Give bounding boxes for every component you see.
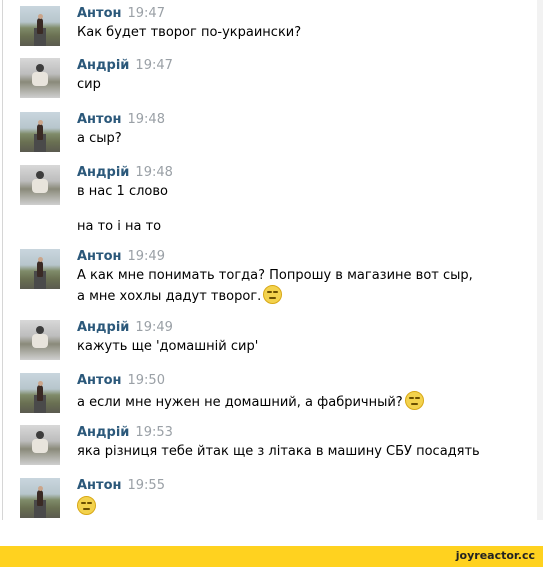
author-name[interactable]: Антон [77, 249, 122, 264]
avatar[interactable] [20, 320, 60, 360]
author-name[interactable]: Антон [77, 6, 122, 21]
author-name[interactable]: Антон [77, 478, 122, 493]
message-header: Антон 19:48 [77, 112, 165, 128]
author-name[interactable]: Андрій [77, 58, 129, 73]
message-header: Андрій 19:47 [77, 58, 173, 74]
smiley-icon [404, 391, 424, 410]
message-header: Антон 19:47 [77, 6, 165, 22]
message-time: 19:47 [127, 6, 165, 21]
divider [2, 0, 3, 520]
avatar[interactable] [20, 112, 60, 152]
message-header: Антон 19:50 [77, 373, 165, 389]
message-text: сир [77, 77, 101, 92]
author-name[interactable]: Андрій [77, 320, 129, 335]
author-name[interactable]: Антон [77, 373, 122, 388]
chat-window: Антон 19:47 Как будет творог по-украински… [0, 0, 535, 520]
message-header: Андрій 19:48 [77, 165, 173, 181]
message-text: Как будет творог по-украински? [77, 25, 302, 40]
message-text: а сыр? [77, 131, 122, 146]
message-time: 19:48 [127, 112, 165, 127]
author-name[interactable]: Антон [77, 112, 122, 127]
message-header: Андрій 19:49 [77, 320, 173, 336]
smiley-icon [77, 496, 96, 515]
message-text: А как мне понимать тогда? Попрошу в мага… [77, 268, 473, 283]
author-name[interactable]: Андрій [77, 165, 129, 180]
message-time: 19:47 [135, 58, 173, 73]
message-text: в нас 1 слово [77, 184, 168, 199]
message-text: кажуть ще 'домашній сир' [77, 339, 259, 354]
site-watermark[interactable]: joyreactor.cc [456, 549, 535, 562]
message-text [77, 496, 96, 516]
message-text: а мне хохлы дадут творог. [77, 285, 283, 305]
avatar[interactable] [20, 373, 60, 413]
smiley-icon [263, 285, 283, 304]
message-text: а если мне нужен не домашний, а фабричны… [77, 391, 424, 411]
avatar[interactable] [20, 425, 60, 465]
message-header: Антон 19:49 [77, 249, 165, 265]
message-time: 19:53 [135, 425, 173, 440]
message-time: 19:49 [135, 320, 173, 335]
avatar[interactable] [20, 165, 60, 205]
avatar[interactable] [20, 58, 60, 98]
author-name[interactable]: Андрій [77, 425, 129, 440]
scrollbar[interactable] [537, 0, 543, 520]
avatar[interactable] [20, 478, 60, 518]
message-time: 19:48 [135, 165, 173, 180]
message-text: яка різниця тебе йтак ще з літака в маши… [77, 444, 480, 459]
message-time: 19:55 [127, 478, 165, 493]
message-text-line: а если мне нужен не домашний, а фабричны… [77, 395, 403, 410]
avatar[interactable] [20, 6, 60, 46]
message-header: Антон 19:55 [77, 478, 165, 494]
message-header: Андрій 19:53 [77, 425, 173, 441]
message-time: 19:49 [127, 249, 165, 264]
site-footer: joyreactor.cc [0, 546, 543, 567]
message-text-line: а мне хохлы дадут творог. [77, 289, 262, 304]
message-time: 19:50 [127, 373, 165, 388]
avatar[interactable] [20, 249, 60, 289]
message-text: на то і на то [77, 219, 162, 234]
